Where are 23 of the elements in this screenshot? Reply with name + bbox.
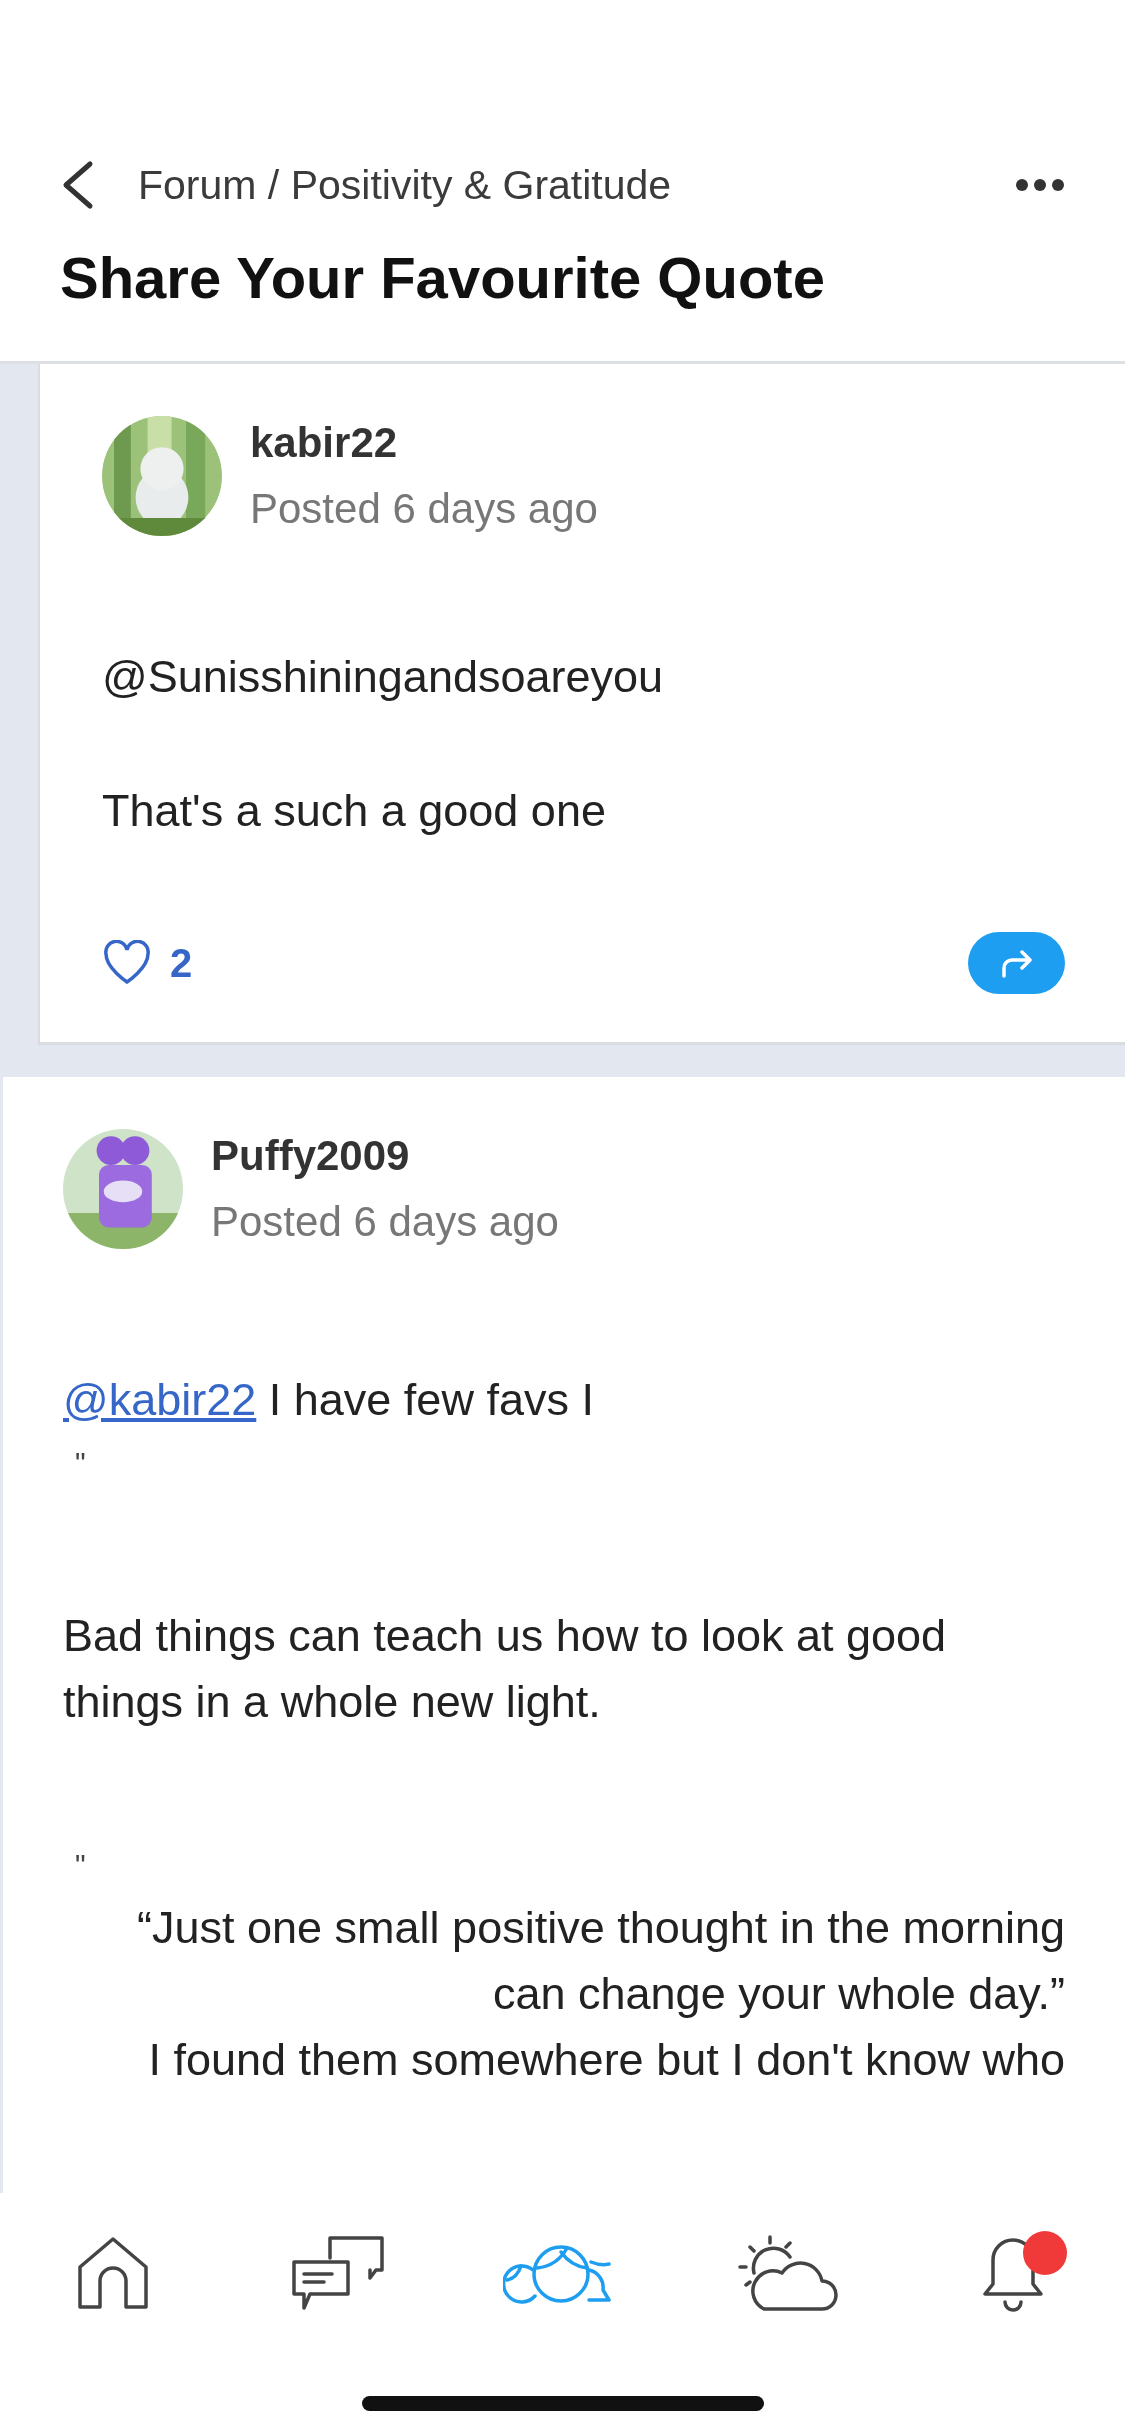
post-date: Posted 6 days ago [250, 485, 598, 533]
more-button[interactable] [1015, 178, 1065, 192]
home-icon [75, 2235, 150, 2311]
post-text: @kabir22 I have few favs I [63, 1373, 595, 1427]
quote-mark: " [75, 1445, 87, 1481]
post-date: Posted 6 days ago [211, 1198, 559, 1246]
page-title: Share Your Favourite Quote [60, 244, 826, 311]
post-text: Bad things can teach us how to look at good things in a whole new light. [63, 1609, 948, 1729]
quote-mark: " [75, 1847, 87, 1883]
post-text: @Sunisshiningandsoareyou [102, 650, 665, 704]
author-name: kabir22 [250, 419, 399, 467]
post-text: “Just one small positive thought in the morning can change your whole day.” [136, 1901, 1065, 2021]
like-button[interactable]: 2 [102, 940, 193, 986]
more-icon [1015, 178, 1065, 192]
post-text: That's a such a good one [102, 784, 607, 838]
share-icon [999, 948, 1034, 978]
post-text: I found them somewhere but I don't know who [147, 2033, 1065, 2087]
author-name: Puffy2009 [211, 1132, 411, 1180]
mention-link[interactable]: @kabir22 [63, 1374, 257, 1425]
breadcrumb: Forum / Positivity & Gratitude [138, 161, 673, 209]
weather-icon [737, 2233, 838, 2313]
heart-icon [102, 940, 152, 986]
chat-icon [289, 2234, 386, 2312]
